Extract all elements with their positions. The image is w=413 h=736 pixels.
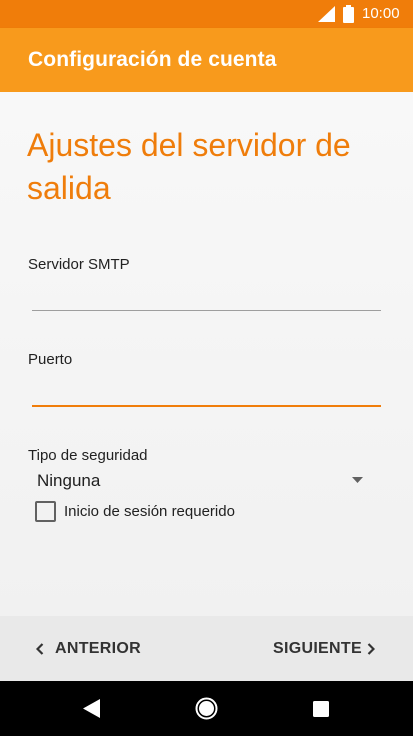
next-button-label: SIGUIENTE [273, 640, 362, 657]
smtp-server-label: Servidor SMTP [28, 256, 130, 273]
port-input[interactable] [32, 405, 381, 407]
status-time: 10:00 [362, 5, 400, 22]
smtp-server-input[interactable] [32, 310, 381, 311]
recent-apps-icon[interactable] [313, 701, 329, 717]
back-icon[interactable] [83, 699, 100, 718]
app-bar: Configuración de cuenta [0, 28, 413, 92]
login-required-row[interactable]: Inicio de sesión requerido [35, 501, 295, 523]
previous-button-label: ANTERIOR [55, 640, 141, 657]
system-navigation-bar [0, 681, 413, 736]
security-type-select[interactable]: Ninguna [37, 470, 100, 491]
app-bar-title: Configuración de cuenta [28, 48, 277, 71]
home-icon[interactable] [195, 697, 218, 720]
signal-icon [318, 6, 335, 22]
status-bar: 10:00 [0, 0, 413, 28]
chevron-right-icon [367, 643, 375, 655]
battery-icon [343, 5, 354, 23]
port-label: Puerto [28, 351, 73, 368]
security-type-label: Tipo de seguridad [28, 447, 148, 464]
login-required-checkbox[interactable] [35, 501, 56, 522]
login-required-label: Inicio de sesión requerido [64, 503, 235, 520]
dropdown-arrow-icon[interactable] [352, 477, 363, 483]
bottom-navigation-bar: ANTERIOR SIGUIENTE [0, 616, 413, 681]
chevron-left-icon [36, 643, 44, 655]
page-title: Ajustes del servidor de salida [27, 127, 351, 206]
